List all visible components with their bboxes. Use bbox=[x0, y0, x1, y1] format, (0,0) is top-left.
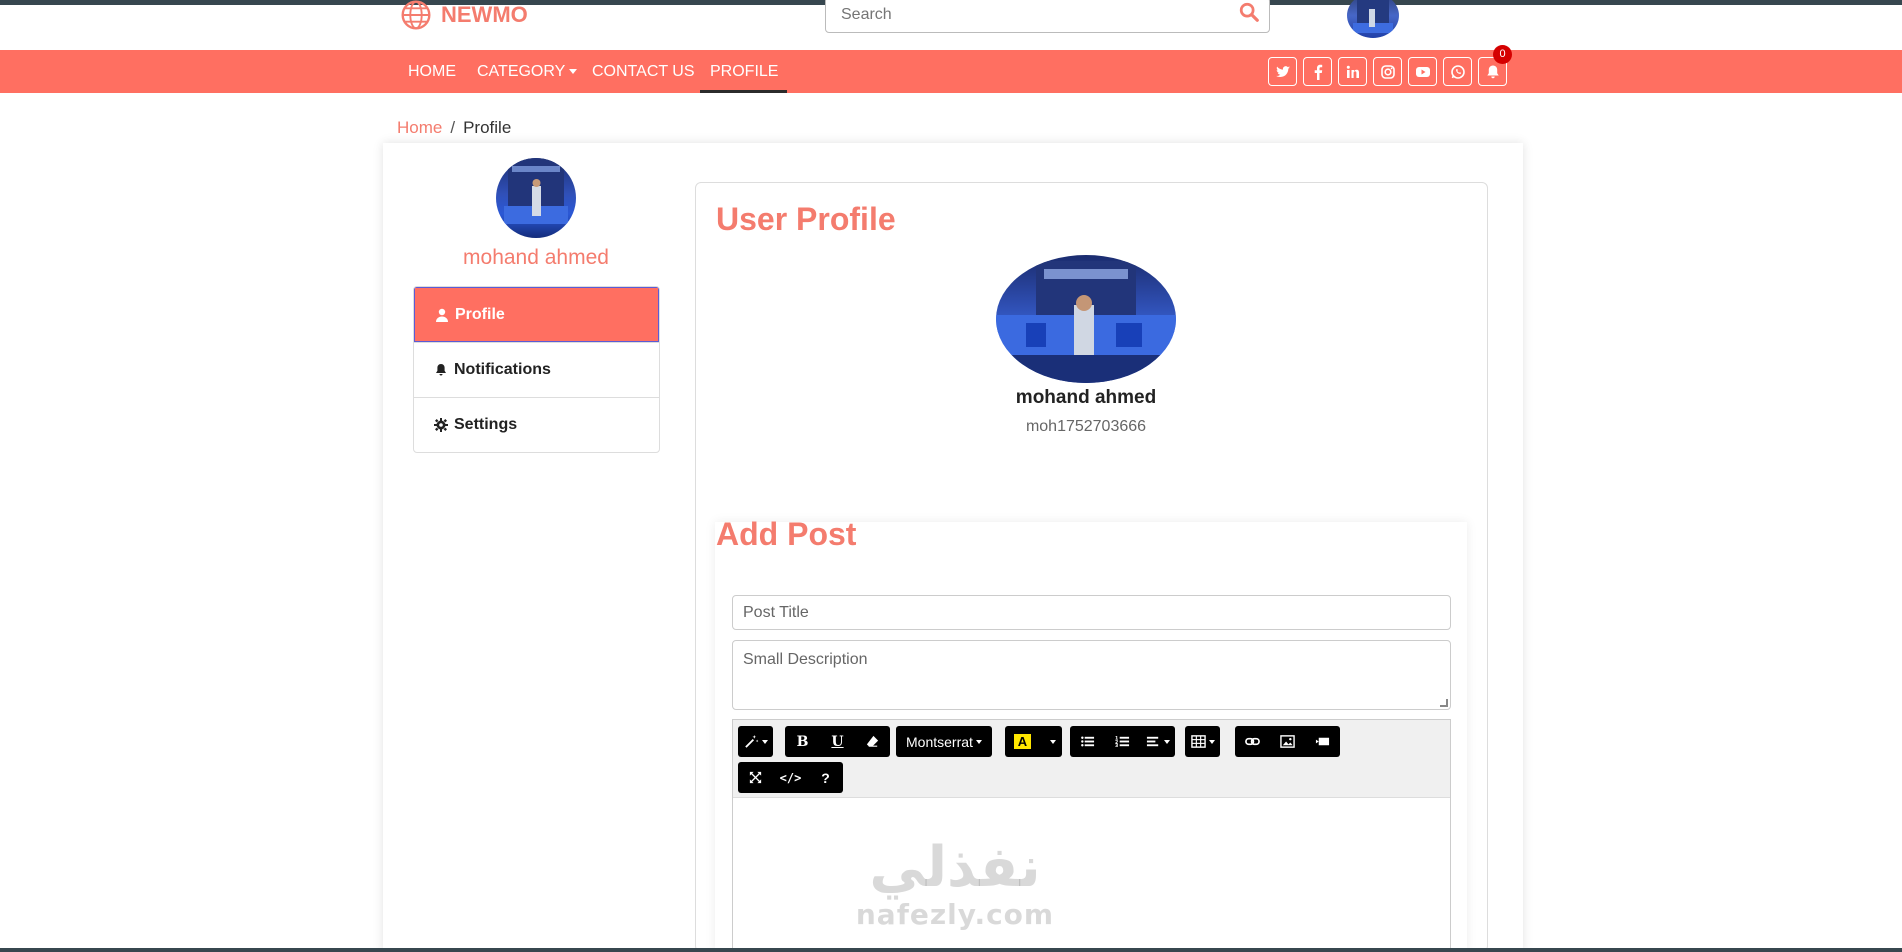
video-icon[interactable] bbox=[1305, 726, 1340, 757]
insert-group bbox=[1235, 726, 1340, 757]
color-icon[interactable]: A bbox=[1005, 726, 1040, 757]
view-group: </> ? bbox=[738, 762, 843, 793]
nav-home[interactable]: HOME bbox=[398, 50, 466, 93]
instagram-icon[interactable] bbox=[1373, 57, 1402, 86]
sidebar-item-label: Settings bbox=[454, 416, 518, 433]
link-icon[interactable] bbox=[1235, 726, 1270, 757]
add-post-title: Add Post bbox=[716, 516, 857, 552]
chevron-down-icon bbox=[1208, 739, 1215, 744]
color-group: A bbox=[1005, 726, 1062, 757]
table-group bbox=[1185, 726, 1220, 757]
user-icon bbox=[436, 308, 448, 322]
font-group: Montserrat bbox=[896, 726, 992, 757]
chevron-down-icon bbox=[761, 739, 768, 744]
svg-text:3: 3 bbox=[1115, 743, 1118, 749]
user-avatar[interactable] bbox=[1347, 0, 1399, 38]
search-icon[interactable] bbox=[1238, 1, 1260, 23]
breadcrumb: Home / Profile bbox=[397, 118, 511, 138]
post-title-input[interactable]: Post Title bbox=[732, 595, 1451, 630]
notification-badge: 0 bbox=[1493, 45, 1512, 64]
editor-content-area[interactable] bbox=[733, 798, 1450, 951]
brand-logo[interactable]: NEWMO bbox=[397, 0, 528, 31]
watermark-arabic: نفذلي bbox=[869, 835, 1041, 900]
chevron-down-icon bbox=[1163, 739, 1170, 744]
bottom-border bbox=[0, 948, 1902, 952]
small-description-placeholder: Small Description bbox=[743, 651, 868, 668]
chevron-down-icon bbox=[975, 739, 982, 744]
chevron-down-icon bbox=[1049, 739, 1056, 744]
sidebar-item-label: Profile bbox=[455, 305, 505, 323]
sidebar-avatar bbox=[496, 158, 576, 238]
profile-avatar bbox=[996, 255, 1176, 383]
user-profile-title: User Profile bbox=[716, 201, 896, 237]
sidebar-item-label: Notifications bbox=[454, 361, 551, 378]
globe-icon bbox=[401, 0, 431, 30]
resize-handle[interactable] bbox=[1440, 699, 1448, 707]
sidebar-item-notifications[interactable]: Notifications bbox=[414, 342, 659, 397]
underline-button[interactable]: U bbox=[820, 726, 855, 757]
format-group: B U bbox=[785, 726, 890, 757]
watermark: نفذلي nafezly.com bbox=[850, 835, 1060, 932]
list-group: 123 bbox=[1070, 726, 1175, 757]
profile-username: moh1752703666 bbox=[1025, 418, 1147, 435]
sidebar-item-profile[interactable]: Profile bbox=[414, 287, 659, 342]
search-input[interactable] bbox=[825, 0, 1270, 33]
small-description-field[interactable]: Small Description bbox=[732, 640, 1451, 710]
breadcrumb-separator: / bbox=[450, 118, 456, 137]
color-dropdown[interactable] bbox=[1040, 726, 1062, 757]
nav-category-label: CATEGORY bbox=[477, 63, 566, 80]
fullscreen-icon[interactable] bbox=[738, 762, 773, 793]
youtube-icon[interactable] bbox=[1408, 57, 1437, 86]
chevron-down-icon bbox=[569, 69, 578, 75]
watermark-latin: nafezly.com bbox=[855, 898, 1055, 931]
font-select[interactable]: Montserrat bbox=[896, 726, 992, 757]
help-button[interactable]: ? bbox=[808, 762, 843, 793]
style-group bbox=[738, 726, 773, 757]
paragraph-icon[interactable] bbox=[1140, 726, 1175, 757]
table-icon[interactable] bbox=[1185, 726, 1220, 757]
nav-contact[interactable]: CONTACT US bbox=[582, 50, 705, 93]
profile-name: mohand ahmed bbox=[1015, 387, 1157, 408]
breadcrumb-home-link[interactable]: Home bbox=[397, 118, 442, 137]
rich-text-editor: B U Montserrat A 123 </> ? bbox=[732, 719, 1451, 952]
main-navbar: HOME CATEGORY CONTACT US PROFILE bbox=[0, 50, 1902, 93]
bell-icon bbox=[436, 364, 446, 376]
nav-category[interactable]: CATEGORY bbox=[467, 50, 587, 93]
gear-icon bbox=[434, 418, 448, 432]
whatsapp-icon[interactable] bbox=[1443, 57, 1472, 86]
code-view-button[interactable]: </> bbox=[773, 762, 808, 793]
sidebar-item-settings[interactable]: Settings bbox=[414, 397, 659, 452]
top-header: NEWMO bbox=[0, 0, 1902, 50]
sidebar-user-name: mohand ahmed bbox=[463, 246, 609, 269]
brand-name: NEWMO bbox=[441, 2, 528, 27]
twitter-icon[interactable] bbox=[1268, 57, 1297, 86]
ordered-list-icon[interactable]: 123 bbox=[1105, 726, 1140, 757]
editor-toolbar: B U Montserrat A 123 </> ? bbox=[733, 720, 1450, 798]
nav-profile[interactable]: PROFILE bbox=[700, 50, 787, 93]
linkedin-icon[interactable] bbox=[1338, 57, 1367, 86]
unordered-list-icon[interactable] bbox=[1070, 726, 1105, 757]
font-select-label: Montserrat bbox=[906, 733, 973, 750]
facebook-icon[interactable] bbox=[1303, 57, 1332, 86]
picture-icon[interactable] bbox=[1270, 726, 1305, 757]
bold-button[interactable]: B bbox=[785, 726, 820, 757]
sidebar-menu: Profile Notifications Settings bbox=[413, 286, 660, 453]
color-label: A bbox=[1013, 734, 1032, 749]
magic-icon[interactable] bbox=[738, 726, 773, 757]
breadcrumb-current: Profile bbox=[463, 118, 512, 137]
eraser-icon[interactable] bbox=[855, 726, 890, 757]
